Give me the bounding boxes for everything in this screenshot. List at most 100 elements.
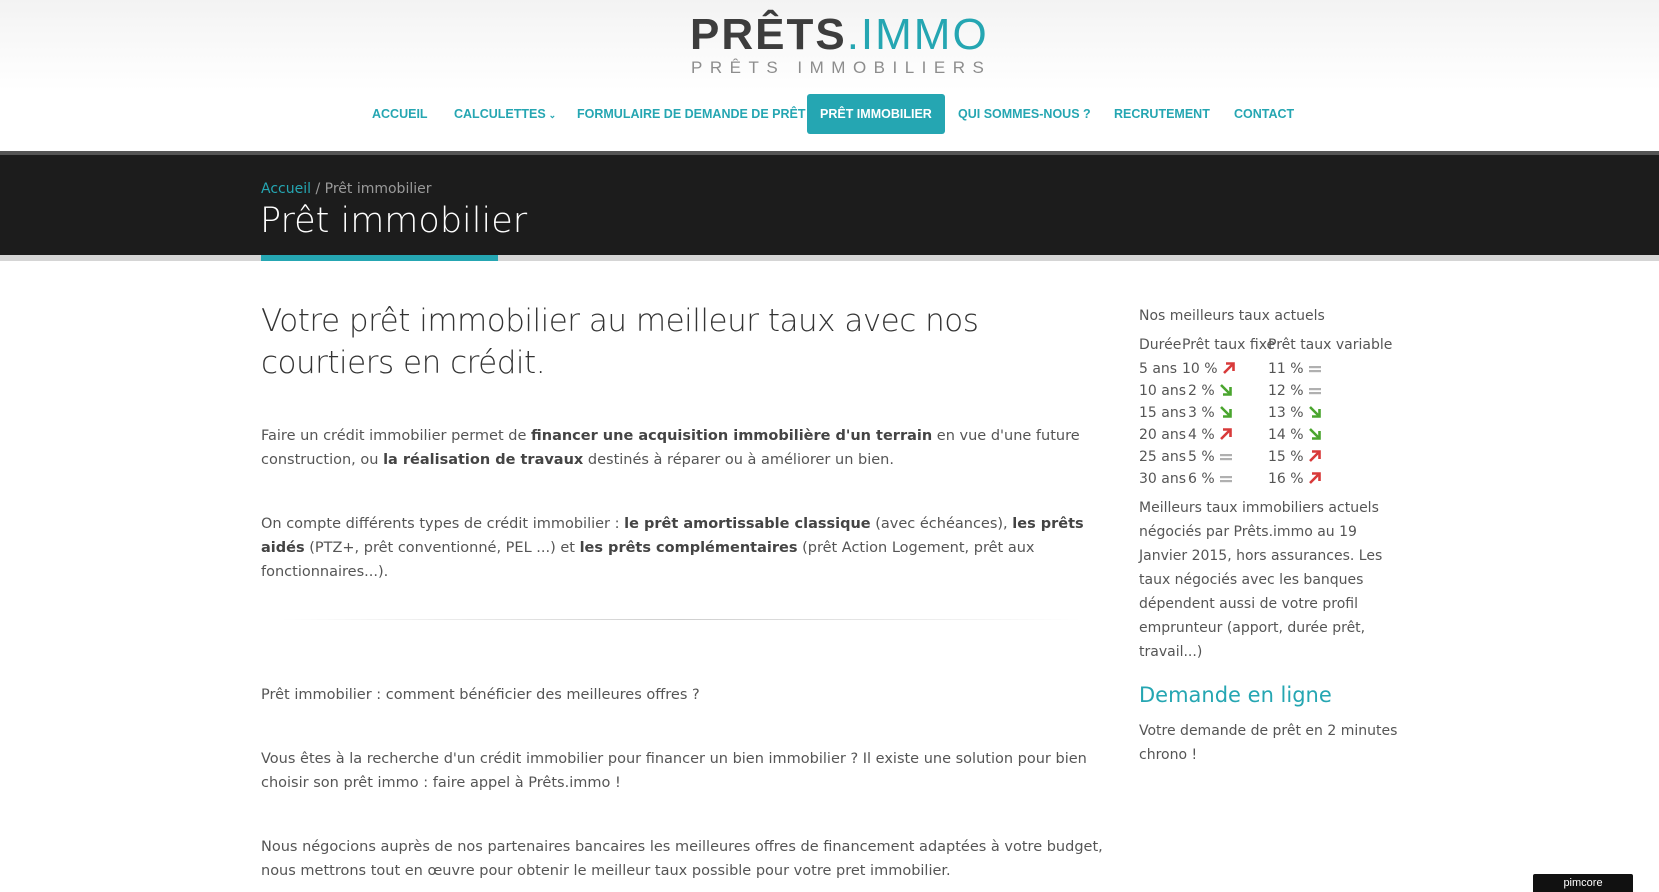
rate-variable: 11 % [1268, 361, 1322, 377]
page-title: Prêt immobilier [260, 201, 528, 241]
nav-qui-sommes-nous[interactable]: QUI SOMMES-NOUS ? [958, 94, 1091, 134]
p2-bold-1: le prêt amortissable classique [624, 516, 871, 532]
p1-text-1: Faire un crédit immobilier permet de [261, 428, 531, 444]
logo-prets-text: PRÊTS [690, 10, 847, 59]
rate-variable: 15 % [1268, 449, 1322, 465]
nav-pret-immobilier[interactable]: PRÊT IMMOBILIER [807, 94, 945, 134]
p2-text-1: On compte différents types de crédit imm… [261, 516, 625, 532]
rate-variable-value: 14 % [1268, 427, 1304, 443]
nav-recrutement[interactable]: RECRUTEMENT [1114, 94, 1210, 134]
rate-row: 10 ans 2 % 12 % [1139, 383, 1399, 405]
trend-flat-icon [1308, 388, 1321, 395]
pimcore-badge[interactable]: pimcore [1533, 874, 1633, 892]
rates-title: Nos meilleurs taux actuels [1139, 308, 1325, 324]
rate-duration: 15 ans [1139, 405, 1187, 421]
chevron-down-icon: ⌄ [548, 110, 557, 120]
rate-duration: 5 ans [1139, 361, 1178, 377]
nav-recrutement-label: RECRUTEMENT [1114, 107, 1210, 121]
rates-sidebar: Nos meilleurs taux actuels Durée Prêt ta… [1139, 308, 1399, 767]
rate-variable: 16 % [1268, 471, 1322, 487]
rate-variable: 14 % [1268, 427, 1322, 443]
rate-fixed: 4 % [1188, 427, 1233, 443]
offers-question: Prêt immobilier : comment bénéficier des… [261, 687, 700, 703]
trend-up-icon [1308, 472, 1321, 484]
rate-row: 25 ans 5 % 15 % [1139, 449, 1399, 471]
rate-duration: 20 ans [1139, 427, 1187, 443]
nav-formulaire[interactable]: FORMULAIRE DE DEMANDE DE PRÊT [577, 94, 805, 134]
rate-fixed: 5 % [1188, 449, 1233, 465]
rate-fixed-value: 6 % [1188, 471, 1215, 487]
p2-text-2: (avec échéances), [870, 516, 1013, 532]
p2-bold-3: les prêts complémentaires [579, 540, 798, 556]
trend-up-icon [1222, 362, 1235, 374]
logo-subtitle: PRÊTS IMMOBILIERS [691, 58, 992, 77]
breadcrumb-separator: / [311, 181, 325, 197]
trend-flat-icon [1219, 454, 1232, 461]
rate-row: 20 ans 4 % 14 % [1139, 427, 1399, 449]
rate-variable-value: 15 % [1268, 449, 1304, 465]
nav-contact[interactable]: CONTACT [1234, 94, 1294, 134]
rate-fixed: 10 % [1182, 361, 1236, 377]
header-duration: Durée [1139, 337, 1182, 353]
trend-down-icon [1219, 406, 1232, 418]
trend-flat-icon [1308, 366, 1321, 373]
nav-calculettes[interactable]: CALCULETTES ⌄ [454, 94, 556, 134]
rate-variable-value: 11 % [1268, 361, 1304, 377]
title-accent-bar [261, 255, 498, 261]
rate-variable-value: 12 % [1268, 383, 1304, 399]
site-header: PRÊTS.IMMO PRÊTS IMMOBILIERS ACCUEIL CAL… [0, 0, 1659, 151]
rates-table-body: 5 ans 10 % 11 % 10 ans 2 % 12 % 15 ans 3 % 13 % 2… [1139, 361, 1399, 493]
p1-bold-2: la réalisation de travaux [383, 452, 584, 468]
online-request-title[interactable]: Demande en ligne [1139, 683, 1399, 707]
rate-fixed: 2 % [1188, 383, 1233, 399]
search-paragraph: Vous êtes à la recherche d'un crédit imm… [261, 751, 1087, 791]
rate-fixed-value: 10 % [1182, 361, 1218, 377]
p1-bold-1: financer une acquisition immobilière d'u… [531, 428, 933, 444]
rate-fixed-value: 3 % [1188, 405, 1215, 421]
breadcrumb-home-link[interactable]: Accueil [261, 181, 311, 197]
trend-flat-icon [1219, 476, 1232, 483]
main-heading: Votre prêt immobilier au meilleur taux a… [261, 303, 979, 381]
main-nav: ACCUEIL CALCULETTES ⌄ FORMULAIRE DE DEMAN… [0, 94, 1659, 134]
nav-accueil[interactable]: ACCUEIL [372, 94, 428, 134]
logo-wordmark: PRÊTS.IMMO [690, 10, 989, 60]
trend-up-icon [1308, 450, 1321, 462]
rate-fixed-value: 5 % [1188, 449, 1215, 465]
types-paragraph: On compte différents types de crédit imm… [261, 512, 1111, 584]
trend-down-icon [1308, 428, 1321, 440]
rate-row: 15 ans 3 % 13 % [1139, 405, 1399, 427]
logo-immo-text: .IMMO [846, 10, 989, 59]
rate-duration: 10 ans [1139, 383, 1187, 399]
page-title-band: Accueil / Prêt immobilier Prêt immobilie… [0, 151, 1659, 261]
rates-note: Meilleurs taux immobiliers actuels négoc… [1139, 500, 1383, 660]
rate-duration: 25 ans [1139, 449, 1187, 465]
p1-text-3: destinés à réparer ou à améliorer un bie… [583, 452, 894, 468]
rate-fixed-value: 2 % [1188, 383, 1215, 399]
rate-fixed: 3 % [1188, 405, 1233, 421]
nav-formulaire-label: FORMULAIRE DE DEMANDE DE PRÊT [577, 107, 806, 121]
rate-row: 30 ans 6 % 16 % [1139, 471, 1399, 493]
header-fixed-rate: Prêt taux fixe [1182, 337, 1276, 353]
header-variable-rate: Prêt taux variable [1268, 337, 1393, 353]
content-divider [281, 619, 1081, 620]
rates-table-header: Durée Prêt taux fixe Prêt taux variable [1139, 337, 1399, 361]
rate-fixed-value: 4 % [1188, 427, 1215, 443]
rate-fixed: 6 % [1188, 471, 1233, 487]
nav-accueil-label: ACCUEIL [372, 107, 428, 121]
nav-calculettes-label: CALCULETTES [454, 107, 546, 121]
p2-text-3: (PTZ+, prêt conventionné, PEL ...) et [304, 540, 580, 556]
breadcrumb: Accueil / Prêt immobilier [261, 181, 431, 197]
negotiation-paragraph: Nous négocions auprès de nos partenaires… [261, 839, 1103, 879]
rate-variable: 12 % [1268, 383, 1322, 399]
nav-pret-immobilier-label: PRÊT IMMOBILIER [820, 107, 932, 121]
trend-down-icon [1308, 406, 1321, 418]
rate-duration: 30 ans [1139, 471, 1187, 487]
nav-qui-sommes-nous-label: QUI SOMMES-NOUS ? [958, 107, 1091, 121]
rate-variable-value: 13 % [1268, 405, 1304, 421]
rate-variable: 13 % [1268, 405, 1322, 421]
online-request-text: Votre demande de prêt en 2 minutes chron… [1139, 723, 1398, 763]
nav-contact-label: CONTACT [1234, 107, 1295, 121]
breadcrumb-current: Prêt immobilier [324, 181, 432, 197]
main-content: Votre prêt immobilier au meilleur taux a… [261, 300, 1111, 883]
site-logo[interactable]: PRÊTS.IMMO PRÊTS IMMOBILIERS [690, 10, 987, 80]
